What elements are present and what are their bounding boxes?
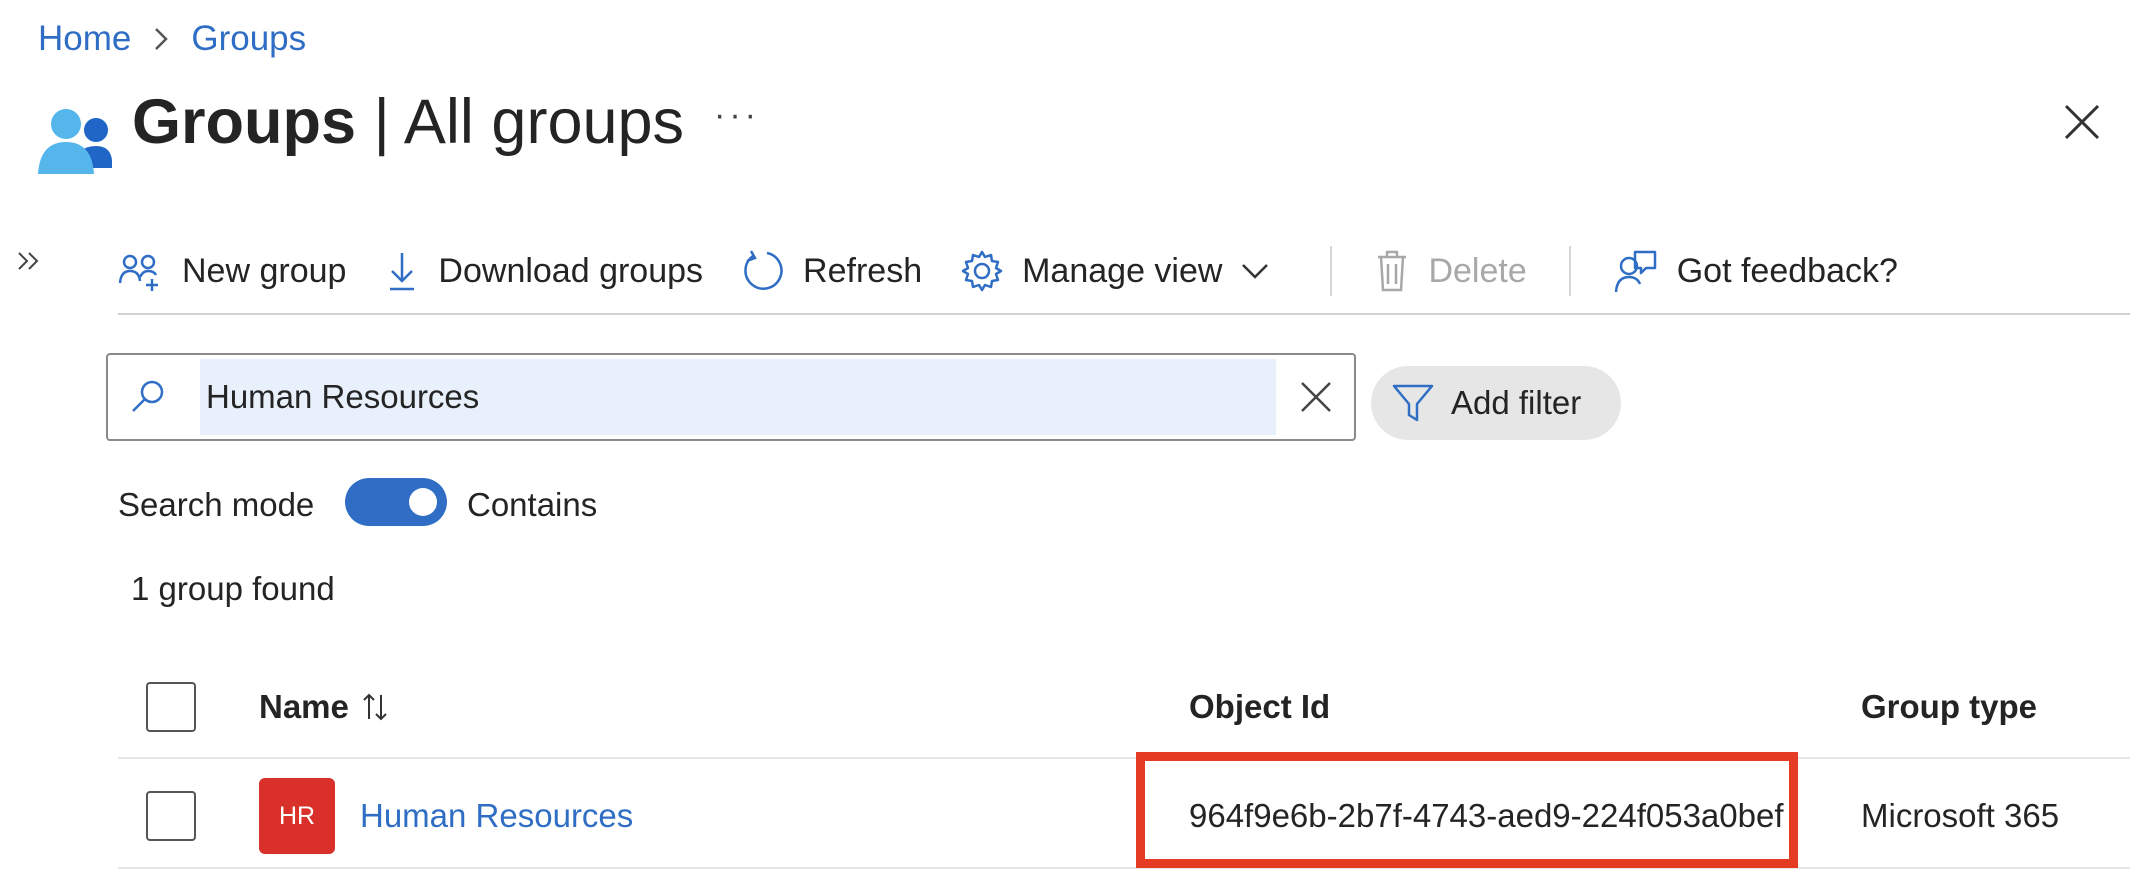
sort-icon: [363, 693, 387, 721]
header-divider: [118, 757, 2130, 759]
expand-sidebar-icon[interactable]: [14, 246, 44, 276]
feedback-button[interactable]: Got feedback?: [1613, 248, 1898, 294]
more-options-button[interactable]: ···: [714, 96, 760, 135]
column-header-name[interactable]: Name: [259, 682, 389, 732]
toolbar-divider: [1568, 246, 1571, 296]
manage-view-button[interactable]: Manage view: [960, 249, 1288, 293]
delete-label: Delete: [1428, 251, 1527, 290]
filter-icon: [1392, 384, 1434, 422]
clear-search-icon[interactable]: [1298, 379, 1334, 415]
download-groups-label: Download groups: [438, 251, 704, 290]
row-divider: [118, 867, 2130, 869]
search-box: [106, 353, 1356, 441]
gear-icon: [961, 250, 1003, 292]
search-mode-toggle[interactable]: [345, 478, 447, 526]
column-header-group-type[interactable]: Group type: [1861, 682, 2037, 732]
manage-view-label: Manage view: [1022, 251, 1223, 290]
breadcrumb-home[interactable]: Home: [38, 19, 131, 59]
toolbar-divider: [1330, 246, 1333, 296]
delete-button[interactable]: Delete: [1374, 248, 1527, 294]
search-mode-label: Search mode: [118, 486, 315, 523]
add-filter-button[interactable]: Add filter: [1371, 366, 1621, 440]
breadcrumb-groups[interactable]: Groups: [191, 19, 306, 59]
download-icon: [390, 253, 415, 291]
page-title-main: Groups: [132, 87, 357, 157]
page-title-sub: | All groups: [356, 87, 685, 157]
group-name-link[interactable]: Human Resources: [360, 791, 633, 841]
group-avatar: HR: [259, 778, 335, 854]
column-name-label: Name: [259, 688, 349, 725]
select-all-checkbox[interactable]: [146, 682, 196, 732]
feedback-label: Got feedback?: [1676, 251, 1898, 290]
add-group-icon: [118, 254, 158, 291]
groups-icon: [36, 108, 113, 176]
close-icon[interactable]: [2060, 100, 2104, 144]
refresh-button[interactable]: Refresh: [741, 249, 922, 293]
add-filter-label: Add filter: [1451, 384, 1582, 421]
row-checkbox[interactable]: [146, 791, 196, 841]
refresh-label: Refresh: [803, 251, 923, 290]
feedback-icon: [1614, 250, 1656, 293]
toggle-knob: [409, 488, 437, 516]
column-header-object-id[interactable]: Object Id: [1189, 682, 1330, 732]
group-type-cell: Microsoft 365: [1861, 797, 2060, 834]
breadcrumb: Home Groups: [38, 14, 306, 64]
page-title: Groups | All groups: [132, 82, 684, 162]
search-input[interactable]: [200, 359, 1276, 435]
refresh-icon: [744, 250, 783, 290]
toolbar-separator: [118, 313, 2130, 315]
chevron-down-icon: [1242, 264, 1269, 279]
chevron-right-icon: [153, 26, 169, 52]
object-id-highlight: [1136, 752, 1798, 868]
command-bar: New group Download groups Refresh Manage…: [118, 238, 2128, 304]
search-icon: [132, 380, 164, 412]
result-count: 1 group found: [131, 570, 335, 607]
new-group-label: New group: [182, 251, 347, 290]
search-mode-value: Contains: [467, 486, 598, 523]
new-group-button[interactable]: New group: [118, 251, 346, 291]
download-groups-button[interactable]: Download groups: [384, 249, 703, 293]
trash-icon: [1378, 250, 1407, 292]
